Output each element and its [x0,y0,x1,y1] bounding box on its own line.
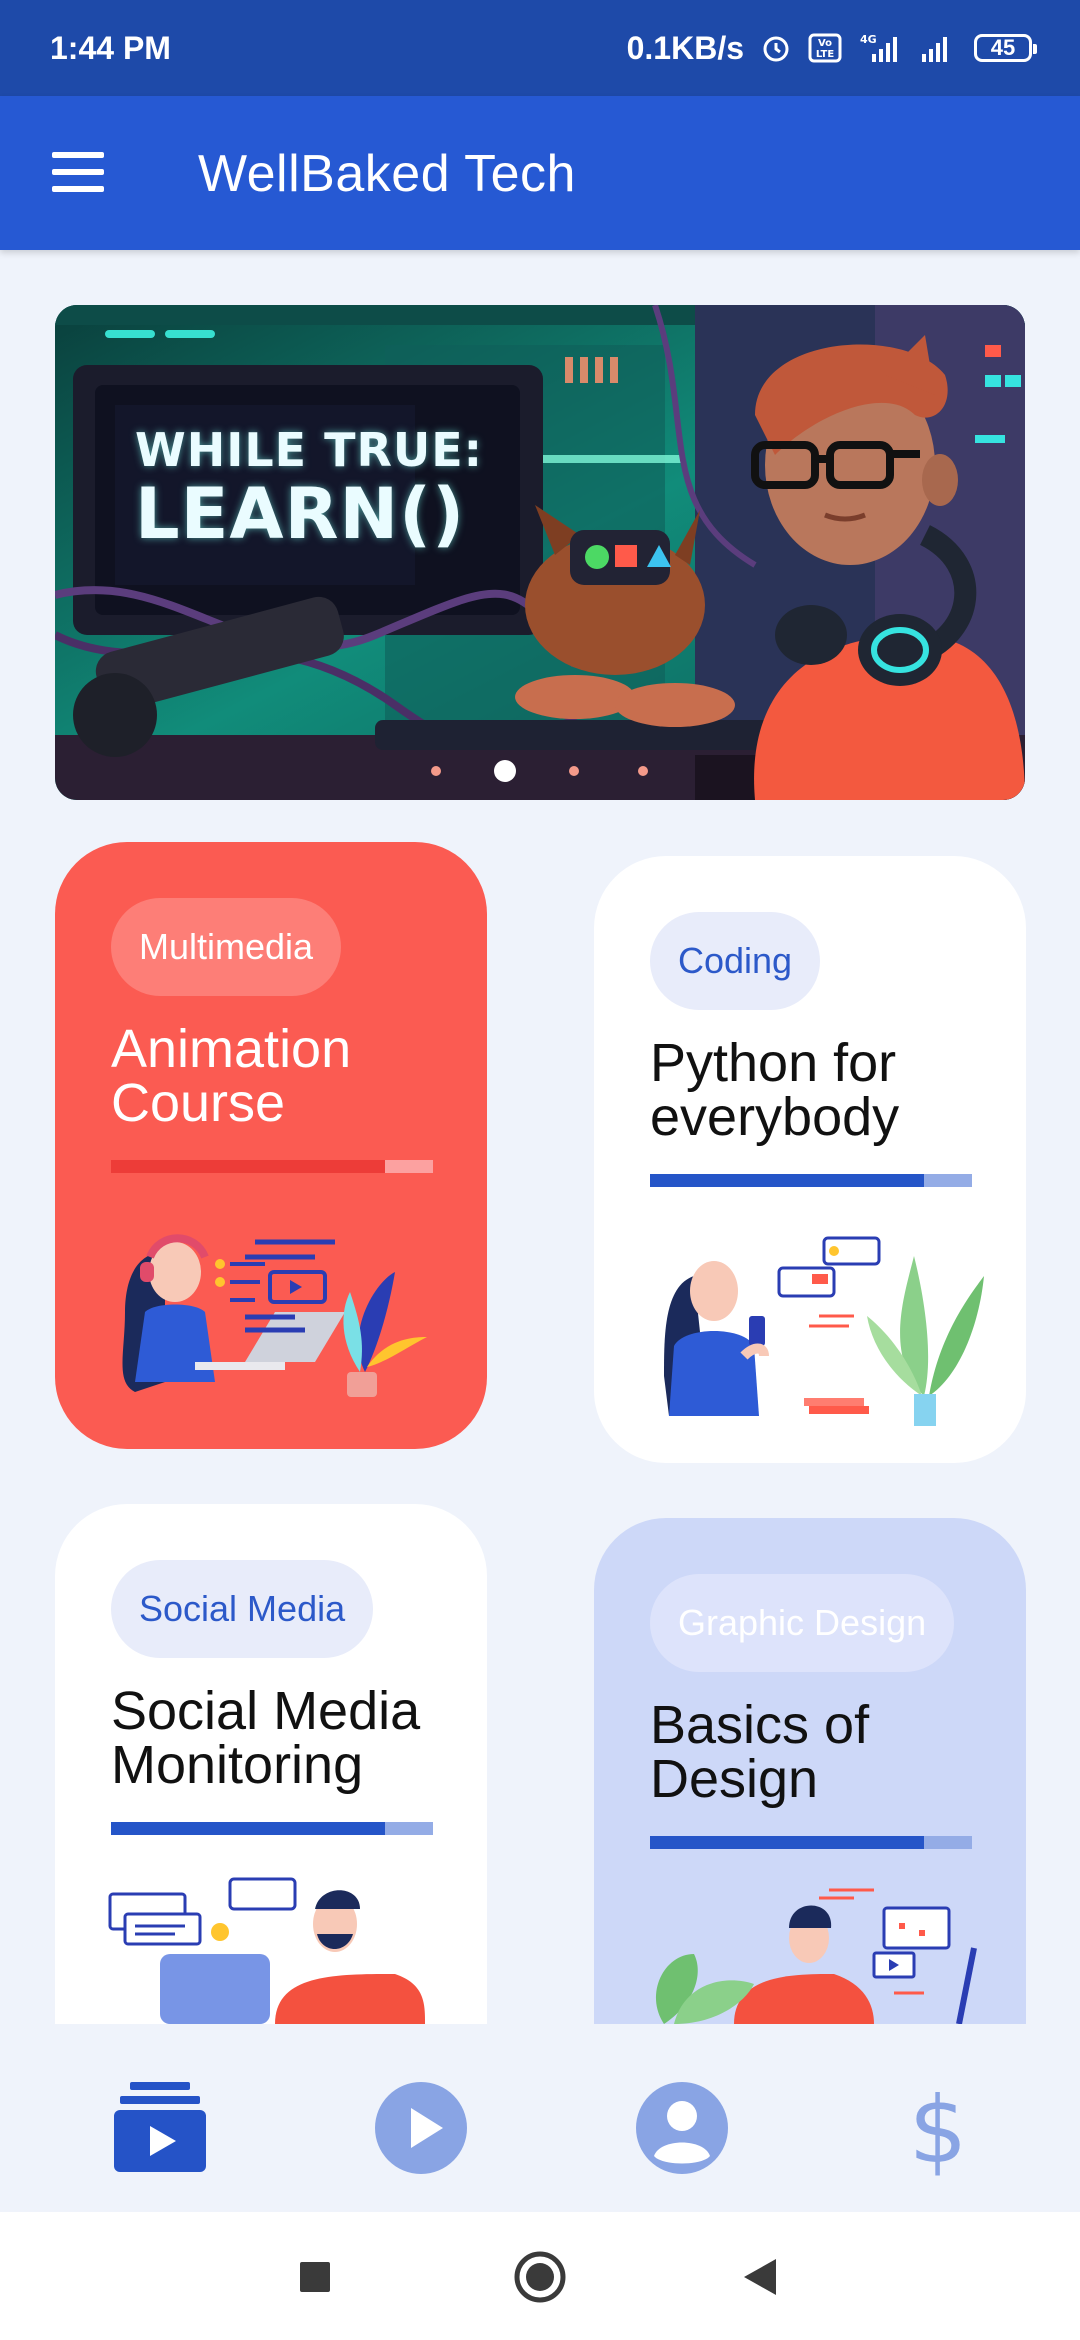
app-title: WellBaked Tech [198,145,576,203]
course-card-social-media[interactable]: Social Media Social Media Monitoring [55,1504,487,2024]
hamburger-menu-icon[interactable] [52,152,104,192]
battery-icon: 45 [974,34,1037,62]
banner-headline-line2: LEARN() [135,473,466,555]
play-icon [375,2082,467,2174]
banner-headline-line1: WHILE TRUE: [135,423,484,477]
status-icons: 0.1KB/s Vo LTE 4G 45 [626,29,1037,67]
signal-4g-icon: 4G [858,32,902,64]
course-card-design[interactable]: Graphic Design Basics of Design [594,1518,1026,2024]
carousel-dot[interactable] [431,766,441,776]
coding-illustration [664,1236,984,1426]
course-card-python[interactable]: Coding Python for everybody [594,856,1026,1463]
progress-fill [650,1836,924,1849]
hero-banner[interactable]: WHILE TRUE: LEARN() [55,305,1025,800]
design-illustration [655,1888,977,2024]
network-speed: 0.1KB/s [626,29,744,66]
svg-text:4G: 4G [860,33,877,46]
category-chip: Social Media [111,1560,374,1658]
home-circle-icon[interactable] [513,2250,567,2309]
recents-square-icon[interactable] [298,2260,332,2299]
nav-profile-tab[interactable] [634,2080,730,2176]
status-time: 1:44 PM [50,29,171,66]
nav-pricing-tab[interactable]: $ [890,2077,986,2184]
status-bar: 1:44 PM 0.1KB/s Vo LTE 4G 45 [0,0,1080,96]
progress-fill [650,1174,924,1187]
course-progress-bar [111,1822,433,1835]
back-triangle-icon[interactable] [740,2256,780,2303]
signal-icon [918,32,958,64]
bottom-navigation: $ [0,2024,1080,2212]
svg-text:$: $ [909,2080,968,2176]
svg-text:Vo: Vo [818,38,832,49]
course-title: Animation Course [111,1019,352,1133]
nav-courses-tab[interactable] [112,2080,208,2176]
course-title: Basics of Design [650,1695,870,1809]
progress-fill [111,1160,385,1173]
category-chip: Coding [650,912,821,1010]
carousel-dot[interactable] [638,766,648,776]
category-chip: Multimedia [111,898,342,996]
dollar-icon: $ [909,2077,968,2184]
course-card-animation[interactable]: Multimedia Animation Course [55,842,487,1449]
banner-headline: WHILE TRUE: LEARN() [135,423,525,551]
alarm-icon [760,32,792,64]
battery-level: 45 [990,35,1016,60]
category-chip: Graphic Design [650,1574,955,1672]
svg-text:LTE: LTE [816,49,835,60]
course-progress-bar [650,1174,972,1187]
carousel-indicator [431,760,648,782]
courses-icon [114,2082,206,2172]
social-media-illustration [108,1877,425,2024]
profile-icon [636,2082,728,2174]
carousel-dot-active[interactable] [494,760,516,782]
app-bar: WellBaked Tech [0,96,1080,250]
course-title: Social Media Monitoring [111,1681,421,1795]
progress-fill [111,1822,385,1835]
carousel-dot[interactable] [569,766,579,776]
animation-illustration [122,1234,427,1397]
course-progress-bar [650,1836,972,1849]
volte-icon: Vo LTE [808,32,842,64]
course-progress-bar [111,1160,433,1173]
system-navigation-bar [0,2212,1080,2340]
nav-play-tab[interactable] [373,2080,469,2176]
course-title: Python for everybody [650,1033,900,1147]
